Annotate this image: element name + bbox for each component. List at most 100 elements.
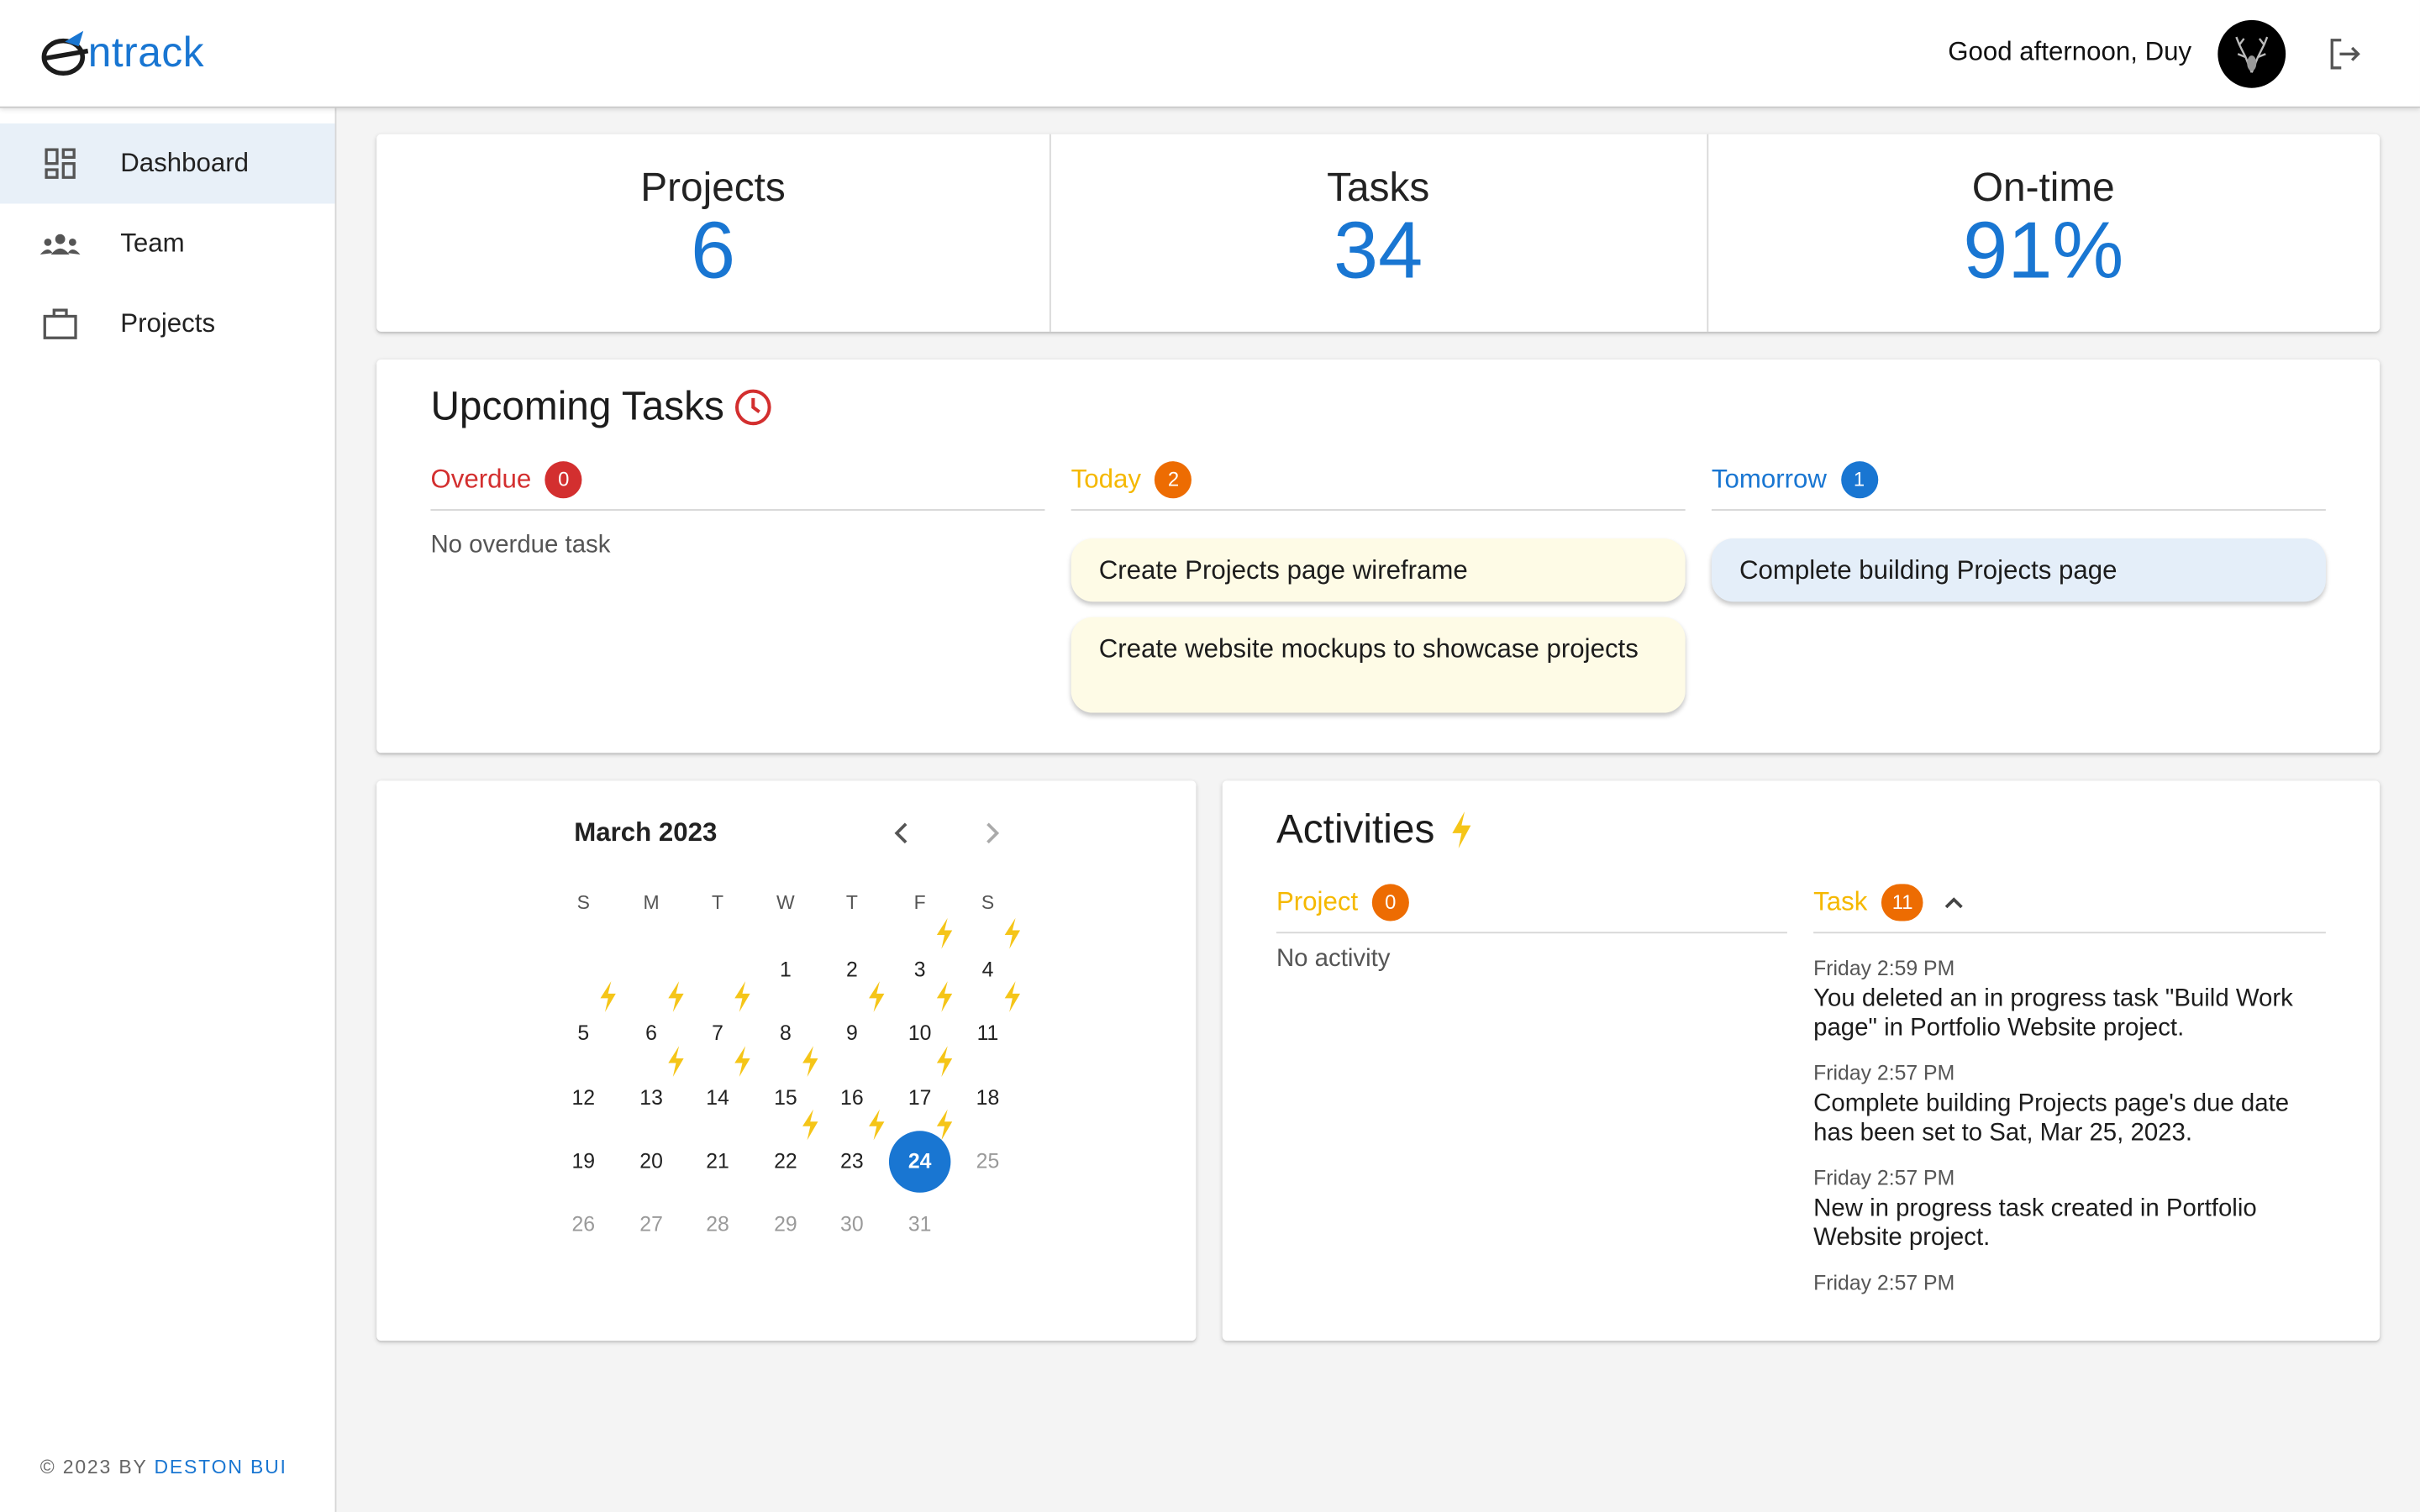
section-title: Activities	[1276, 805, 1435, 852]
calendar-day[interactable]: 25	[957, 1131, 1018, 1192]
app-header: ntrack Good afternoon, Duy	[0, 0, 2420, 108]
calendar-day[interactable]: 20	[620, 1131, 681, 1192]
sidebar-item-label: Dashboard	[120, 148, 250, 178]
weekday-label: W	[776, 891, 795, 914]
stat-label: Projects	[640, 163, 786, 210]
today-column-header[interactable]: Today 2	[1071, 461, 1686, 511]
logo-o-icon	[41, 30, 89, 76]
lightning-icon	[936, 981, 953, 1012]
task-activity-label: Task	[1813, 887, 1868, 916]
stat-value: 6	[690, 207, 736, 297]
sidebar-item-projects[interactable]: Projects	[0, 284, 335, 365]
lightning-icon	[668, 981, 684, 1012]
sidebar-item-dashboard[interactable]: Dashboard	[0, 123, 335, 204]
lightning-icon	[1451, 811, 1470, 848]
project-activity-label: Project	[1276, 887, 1359, 916]
activity-entry: Friday 2:57 PM New in progress task crea…	[1813, 1167, 2326, 1272]
logout-icon[interactable]	[2324, 34, 2365, 74]
lightning-icon	[936, 1109, 953, 1141]
stat-label: Tasks	[1327, 163, 1430, 210]
weekday-label: F	[913, 891, 926, 914]
app-logo[interactable]: ntrack	[40, 28, 204, 77]
task-card[interactable]: Complete building Projects page	[1711, 538, 2326, 602]
today-label: Today	[1071, 464, 1142, 494]
copyright-text: © 2023 BY	[39, 1456, 155, 1478]
weekday-label: S	[576, 891, 590, 914]
author-link[interactable]: DESTON BUI	[154, 1457, 287, 1478]
chevron-up-icon[interactable]	[1942, 890, 1966, 915]
activity-time: Friday 2:57 PM	[1813, 1061, 1955, 1085]
briefcase-icon	[40, 304, 81, 344]
stats-card: Projects 6 Tasks 34 On-time 91%	[376, 134, 2381, 332]
calendar-day[interactable]: 21	[687, 1131, 748, 1192]
lightning-icon	[600, 981, 616, 1012]
calendar-day[interactable]: 1	[755, 940, 816, 1001]
lightning-icon	[869, 1109, 885, 1141]
activity-text: Complete building Projects page's due da…	[1813, 1090, 2290, 1146]
project-activity-header[interactable]: Project 0	[1276, 884, 1787, 934]
today-count-badge: 2	[1155, 461, 1192, 499]
calendar-day[interactable]: 29	[755, 1194, 816, 1256]
task-activity-badge: 11	[1881, 884, 1924, 921]
task-card[interactable]: Create Projects page wireframe	[1071, 538, 1686, 602]
stat-value: 91%	[1963, 207, 2124, 297]
logo-text: ntrack	[87, 28, 205, 76]
calendar-card: March 2023 S M T W T F S 1 2 3 4 5 6 7 8 9 10 11 12 13 14 15 1…	[376, 780, 1197, 1341]
calendar-day[interactable]: 28	[687, 1194, 748, 1256]
stat-projects: Projects 6	[376, 134, 1050, 332]
activity-text: New in progress task created in Portfoli…	[1813, 1195, 2257, 1251]
copyright-footer: © 2023 BY DESTON BUI	[40, 1457, 287, 1478]
chevron-right-icon[interactable]	[976, 817, 1007, 848]
activity-text: You deleted an in progress task "Build W…	[1813, 985, 2293, 1041]
weekday-label: M	[643, 891, 660, 914]
user-avatar[interactable]	[2217, 19, 2286, 88]
stat-on-time: On-time 91%	[1707, 134, 2380, 332]
task-activity-header[interactable]: Task 11	[1813, 884, 2326, 934]
weekday-label: T	[712, 891, 724, 914]
activities-header: Activities	[1276, 806, 1475, 853]
calendar-day[interactable]: 12	[553, 1068, 614, 1129]
calendar-day[interactable]: 31	[889, 1194, 950, 1256]
calendar-day[interactable]: 26	[553, 1194, 614, 1256]
sidebar-item-team[interactable]: Team	[0, 203, 335, 284]
lightning-icon	[869, 981, 885, 1012]
stat-value: 34	[1334, 207, 1423, 297]
activities-card: Activities Project 0 No activity Task 11…	[1222, 780, 2381, 1341]
project-activity-badge: 0	[1371, 884, 1409, 921]
upcoming-tasks-card: Upcoming Tasks Overdue 0 No overdue task…	[376, 359, 2381, 753]
activity-list: Friday 2:59 PM You deleted an in progres…	[1813, 957, 2326, 1294]
lightning-icon	[936, 917, 953, 949]
calendar-day[interactable]: 30	[821, 1194, 882, 1256]
tomorrow-count-badge: 1	[1840, 461, 1878, 499]
dashboard-icon	[40, 144, 81, 184]
deer-avatar-icon	[2235, 36, 2269, 73]
tomorrow-label: Tomorrow	[1711, 464, 1827, 494]
project-activity-empty-text: No activity	[1276, 945, 1391, 973]
calendar-day[interactable]: 27	[620, 1194, 681, 1256]
overdue-count-badge: 0	[544, 461, 582, 499]
lightning-icon	[936, 1046, 953, 1078]
tomorrow-column-header[interactable]: Tomorrow 1	[1711, 461, 2326, 511]
sidebar-item-label: Team	[120, 228, 185, 258]
lightning-icon	[734, 981, 750, 1012]
activity-time: Friday 2:57 PM	[1813, 1166, 1955, 1190]
lightning-icon	[734, 1046, 750, 1078]
greeting-text: Good afternoon, Duy	[1948, 37, 2192, 66]
lightning-icon	[1004, 917, 1021, 949]
task-card[interactable]: Create website mockups to showcase proje…	[1071, 617, 1686, 713]
activity-time: Friday 2:59 PM	[1813, 956, 1955, 980]
calendar-day[interactable]: 18	[957, 1068, 1018, 1129]
activity-time: Friday 2:57 PM	[1813, 1271, 1955, 1294]
calendar-day[interactable]: 19	[553, 1131, 614, 1192]
overdue-empty-text: No overdue task	[430, 532, 611, 559]
section-title: Upcoming Tasks	[430, 382, 724, 429]
upcoming-tasks-header: Upcoming Tasks	[430, 383, 773, 431]
lightning-icon	[802, 1046, 818, 1078]
lightning-icon	[802, 1109, 818, 1141]
calendar-month-label[interactable]: March 2023	[574, 817, 717, 848]
chevron-left-icon[interactable]	[887, 817, 918, 848]
clock-icon	[735, 388, 772, 425]
weekday-label: T	[845, 891, 858, 914]
overdue-column-header[interactable]: Overdue 0	[430, 461, 1045, 511]
lightning-icon	[1004, 981, 1021, 1012]
